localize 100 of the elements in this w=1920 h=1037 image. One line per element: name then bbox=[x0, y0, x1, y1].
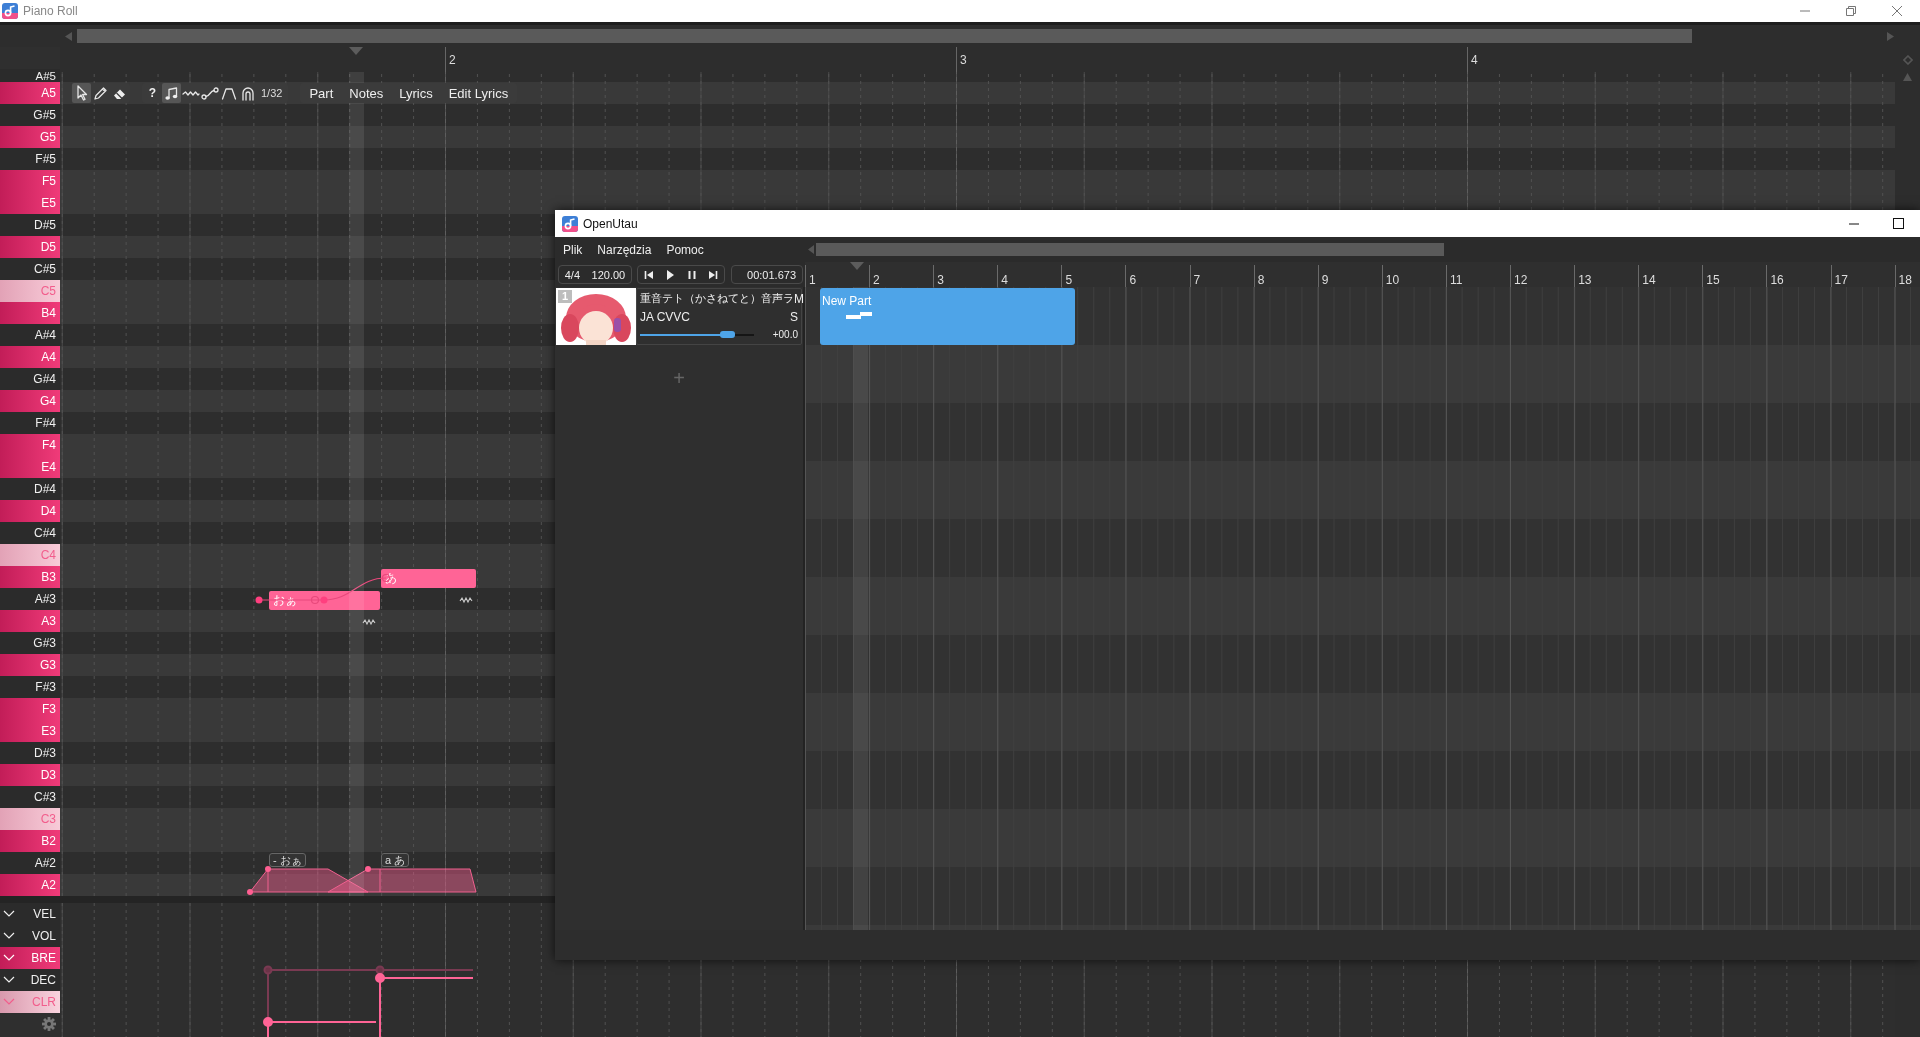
piano-key[interactable]: F5 bbox=[0, 170, 60, 192]
bar-number: 9 bbox=[1321, 273, 1329, 287]
scroll-left-icon bbox=[808, 245, 814, 254]
singer-name[interactable]: 重音テト（かさねてと）音声ラ bbox=[640, 291, 794, 306]
piano-key[interactable]: E4 bbox=[0, 456, 60, 478]
skip-end-icon bbox=[708, 268, 719, 281]
piano-key[interactable]: A2 bbox=[0, 874, 60, 896]
chevron-icon bbox=[3, 910, 15, 918]
menu-button[interactable]: Part bbox=[301, 83, 342, 103]
maximize-icon bbox=[1892, 218, 1904, 229]
bar-number: 12 bbox=[1514, 273, 1528, 287]
phoneme-label: - おぁ bbox=[269, 853, 306, 867]
time-signature[interactable]: 4/4 bbox=[564, 268, 581, 281]
help-button[interactable]: ? bbox=[143, 83, 162, 103]
piano-key[interactable]: C#4 bbox=[0, 522, 60, 544]
music-note-icon bbox=[164, 85, 179, 101]
piano-key[interactable]: A4 bbox=[0, 346, 60, 368]
scrollbar-thumb[interactable] bbox=[77, 29, 1692, 43]
piano-key[interactable]: D4 bbox=[0, 500, 60, 522]
chevron-icon bbox=[3, 932, 15, 940]
menu-button[interactable]: Edit Lyrics bbox=[440, 83, 517, 103]
phonemizer-name[interactable]: JA CVVC bbox=[640, 309, 690, 324]
piano-key[interactable]: D3 bbox=[0, 764, 60, 786]
tempo-value[interactable]: 120.00 bbox=[591, 268, 626, 281]
bar-number: 7 bbox=[1193, 273, 1201, 287]
piano-key[interactable]: C#5 bbox=[0, 258, 60, 280]
piano-key[interactable]: G3 bbox=[0, 654, 60, 676]
menu-button[interactable]: Notes bbox=[341, 83, 392, 103]
bar-number: 17 bbox=[1834, 273, 1848, 287]
piano-key[interactable]: B3 bbox=[0, 566, 60, 588]
expression-button[interactable]: DEC bbox=[0, 969, 60, 991]
bar-number: 3 bbox=[960, 53, 967, 67]
piano-key[interactable]: B2 bbox=[0, 830, 60, 852]
bar-number: 1 bbox=[809, 273, 816, 287]
settings-button[interactable] bbox=[42, 1017, 56, 1031]
scrollbar-thumb[interactable] bbox=[816, 243, 1444, 256]
menu-item[interactable]: Narzędzia bbox=[592, 242, 657, 257]
piano-key[interactable]: F4 bbox=[0, 434, 60, 456]
piano-key[interactable]: A3 bbox=[0, 610, 60, 632]
piano-key[interactable]: E3 bbox=[0, 720, 60, 742]
piano-key[interactable]: F3 bbox=[0, 698, 60, 720]
scroll-left-icon bbox=[65, 31, 72, 41]
diamond-icon bbox=[1902, 55, 1913, 65]
menu-button[interactable]: Lyrics bbox=[391, 83, 441, 103]
bar-number: 2 bbox=[449, 53, 456, 67]
note: おぁ bbox=[269, 591, 380, 610]
piano-key[interactable]: D#5 bbox=[0, 214, 60, 236]
bar-number: 6 bbox=[1129, 273, 1137, 287]
tempo-box[interactable]: 4/4 120.00 bbox=[558, 265, 632, 284]
bar-number: 5 bbox=[1065, 273, 1073, 287]
piano-key[interactable]: C#3 bbox=[0, 786, 60, 808]
volume-slider[interactable] bbox=[640, 333, 754, 336]
track-number: 1 bbox=[558, 290, 572, 303]
triangle-icon bbox=[1903, 73, 1912, 81]
piano-key[interactable]: A#3 bbox=[0, 588, 60, 610]
piano-key[interactable]: D5 bbox=[0, 236, 60, 258]
menu-item[interactable]: Pomoc bbox=[661, 242, 709, 257]
solo-button[interactable]: S bbox=[790, 309, 798, 324]
piano-key[interactable]: A#4 bbox=[0, 324, 60, 346]
pencil-icon bbox=[93, 85, 108, 101]
piano-key[interactable]: G#3 bbox=[0, 632, 60, 654]
piano-key[interactable]: G#5 bbox=[0, 104, 60, 126]
bar-number: 18 bbox=[1898, 273, 1912, 287]
scroll-right-icon bbox=[1887, 31, 1894, 41]
gear-icon bbox=[42, 1017, 56, 1031]
chevron-icon bbox=[3, 954, 15, 962]
piano-key[interactable]: G#4 bbox=[0, 368, 60, 390]
volume-value: +00.0 bbox=[772, 329, 798, 340]
expression-button[interactable]: BRE bbox=[0, 947, 60, 969]
piano-key[interactable]: A5 bbox=[0, 82, 60, 104]
piano-key[interactable]: E5 bbox=[0, 192, 60, 214]
slider-thumb[interactable] bbox=[719, 330, 735, 338]
window-title: Piano Roll bbox=[23, 4, 79, 18]
menu-item[interactable]: Plik bbox=[558, 242, 588, 257]
mute-button[interactable]: M bbox=[794, 291, 804, 306]
chevron-icon bbox=[3, 998, 15, 1006]
expression-button[interactable]: VOL bbox=[0, 925, 60, 947]
piano-key[interactable]: B4 bbox=[0, 302, 60, 324]
piano-key[interactable]: A#5 bbox=[0, 69, 60, 82]
piano-key[interactable]: G5 bbox=[0, 126, 60, 148]
bar-number: 14 bbox=[1642, 273, 1656, 287]
piano-key[interactable]: A#2 bbox=[0, 852, 60, 874]
bar-number: 15 bbox=[1706, 273, 1720, 287]
curve-icon bbox=[200, 85, 219, 101]
cursor-icon bbox=[74, 85, 89, 101]
piano-key[interactable]: D#4 bbox=[0, 478, 60, 500]
piano-key[interactable]: F#5 bbox=[0, 148, 60, 170]
piano-key[interactable]: F#3 bbox=[0, 676, 60, 698]
app-icon bbox=[562, 215, 578, 232]
pause-icon bbox=[686, 268, 697, 281]
expression-button[interactable]: VEL bbox=[0, 903, 60, 925]
piano-key[interactable]: F#4 bbox=[0, 412, 60, 434]
snap-label[interactable]: 1/32 bbox=[257, 87, 288, 99]
note-toggle-button[interactable] bbox=[162, 83, 181, 103]
bar-number: 8 bbox=[1257, 273, 1265, 287]
piano-key[interactable]: D#3 bbox=[0, 742, 60, 764]
select-tool-button[interactable] bbox=[72, 83, 91, 103]
vibrato-icon bbox=[459, 596, 473, 604]
piano-key[interactable]: G4 bbox=[0, 390, 60, 412]
play-icon bbox=[665, 268, 676, 281]
